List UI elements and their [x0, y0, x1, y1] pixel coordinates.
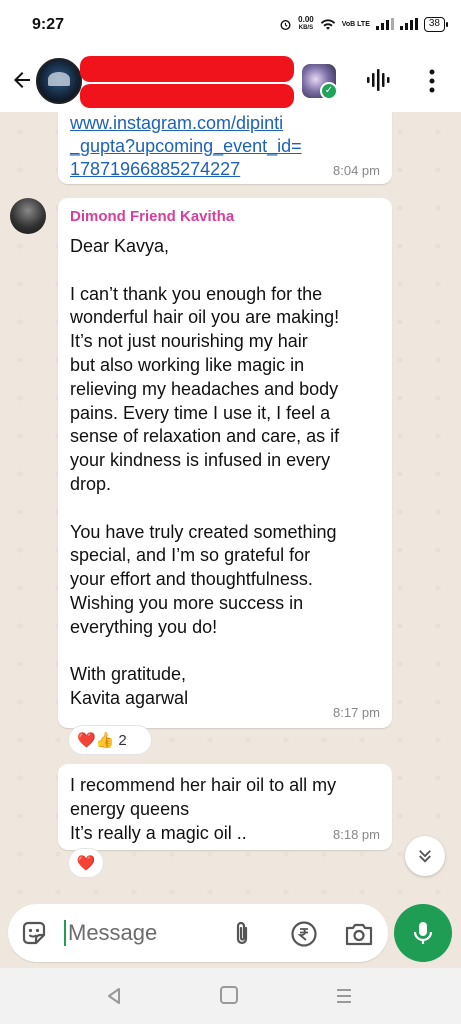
- sticker-icon[interactable]: [20, 919, 48, 947]
- message-bubble-link[interactable]: www.instagram.com/dipinti _gupta?upcomin…: [58, 112, 392, 184]
- status-bar: 9:27 0.00 KB/S VoB LTE 38: [0, 0, 461, 50]
- message-time: 8:17 pm: [333, 705, 380, 720]
- reaction-emojis: ❤️👍: [77, 732, 115, 749]
- voice-message-button[interactable]: [394, 904, 452, 962]
- clock: 9:27: [32, 16, 65, 33]
- reaction-emojis: ❤️: [76, 855, 96, 872]
- message-list[interactable]: www.instagram.com/dipinti _gupta?upcomin…: [0, 112, 461, 902]
- nav-recents-icon[interactable]: [334, 986, 354, 1006]
- composer-bar: [0, 902, 461, 968]
- reaction-pill[interactable]: ❤️👍 2: [68, 725, 152, 755]
- system-navigation-bar: [0, 968, 461, 1024]
- message-text: Dear Kavya, I can’t thank you enough for…: [70, 236, 340, 709]
- alarm-icon: [280, 19, 291, 30]
- payment-rupee-icon[interactable]: [290, 920, 318, 948]
- message-input-container[interactable]: [8, 904, 388, 962]
- wifi-icon: [320, 18, 335, 30]
- back-arrow-icon[interactable]: [10, 68, 34, 92]
- signal-icon-2: [399, 18, 418, 30]
- redacted-subtitle[interactable]: [80, 84, 294, 108]
- voice-chat-icon[interactable]: [366, 68, 392, 92]
- camera-icon[interactable]: [344, 921, 374, 947]
- message-bubble-testimonial[interactable]: Dimond Friend Kavitha Dear Kavya, I can’…: [58, 198, 392, 728]
- battery-icon: 38: [423, 16, 449, 32]
- nav-home-icon[interactable]: [220, 986, 238, 1004]
- double-chevron-down-icon: [419, 850, 431, 863]
- net-speed: 0.00 KB/S: [298, 15, 314, 32]
- message-bubble-recommendation[interactable]: I recommend her hair oil to all my energ…: [58, 764, 392, 850]
- reaction-count: 2: [118, 731, 127, 749]
- redacted-name[interactable]: [80, 56, 294, 82]
- more-options-icon[interactable]: [424, 68, 440, 94]
- chat-header: ✓: [0, 50, 461, 112]
- text-cursor: [64, 920, 66, 946]
- reaction-pill[interactable]: ❤️: [68, 848, 104, 878]
- message-time: 8:04 pm: [333, 163, 380, 178]
- sender-avatar[interactable]: [10, 198, 46, 234]
- contact-avatar[interactable]: [36, 58, 82, 104]
- volte-indicator: VoB LTE: [341, 20, 370, 28]
- message-input[interactable]: [68, 914, 238, 952]
- attach-icon[interactable]: [230, 920, 254, 948]
- signal-icon-1: [375, 18, 394, 30]
- message-time: 8:18 pm: [333, 827, 380, 842]
- sender-name[interactable]: Dimond Friend Kavitha: [70, 208, 380, 225]
- link-line[interactable]: www.instagram.com/dipinti: [70, 112, 380, 135]
- link-line[interactable]: _gupta?upcoming_event_id=: [70, 135, 380, 158]
- nav-back-icon[interactable]: [104, 986, 124, 1006]
- scroll-to-bottom-button[interactable]: [405, 836, 445, 876]
- check-badge-icon: ✓: [320, 82, 338, 100]
- status-icons: 0.00 KB/S VoB LTE 38: [279, 15, 449, 32]
- microphone-icon: [413, 922, 433, 944]
